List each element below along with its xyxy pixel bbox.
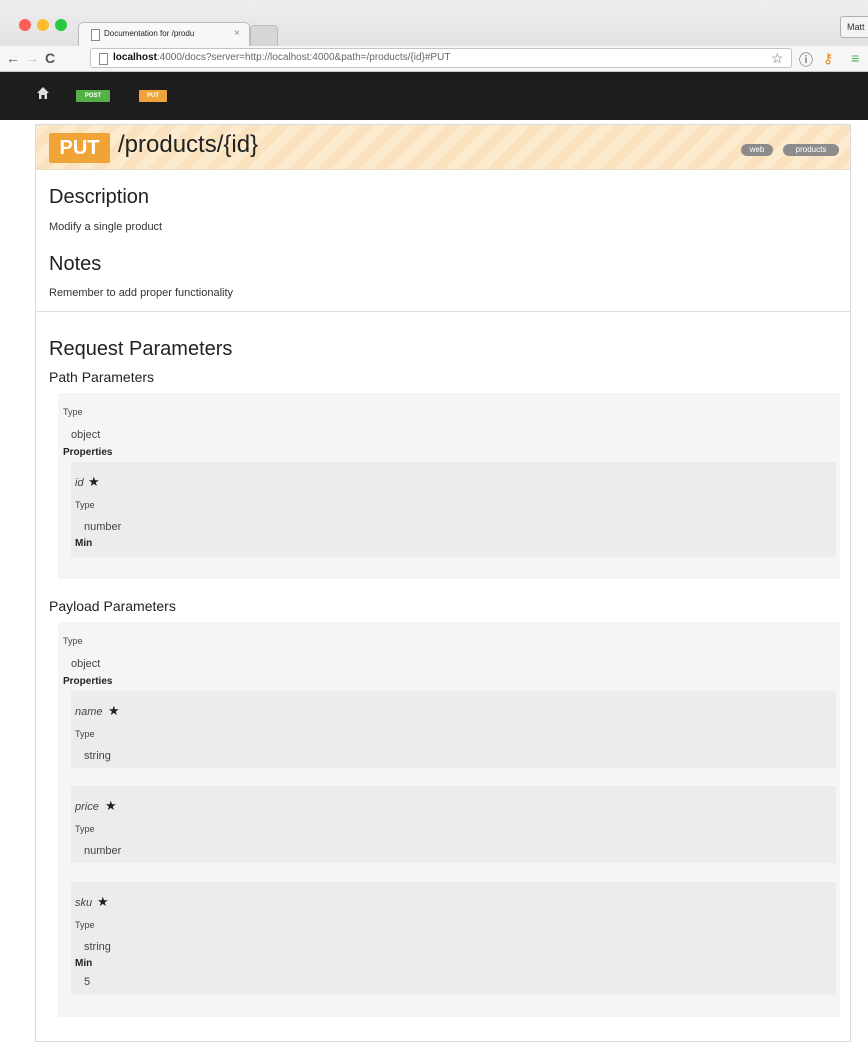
close-window-button[interactable]: [19, 19, 31, 31]
back-icon[interactable]: ←: [6, 50, 20, 66]
path-parameters-heading: Path Parameters: [49, 369, 155, 385]
property-name: sku: [75, 897, 93, 909]
url-text[interactable]: localhost:4000/docs?server=http://localh…: [113, 52, 450, 63]
required-star-icon: ★: [97, 894, 109, 909]
page-icon: [99, 53, 108, 65]
menu-icon[interactable]: ≡: [851, 50, 859, 66]
min-label: Min: [75, 538, 93, 549]
method-badge: PUT: [49, 133, 110, 163]
tab-title: Documentation for /produ: [104, 29, 195, 38]
browser-tab-strip: Documentation for /produ × Matt: [0, 0, 868, 46]
property-name: price: [75, 801, 99, 813]
payload-parameters-schema: Type object Properties name ★ Type strin…: [58, 622, 840, 1017]
endpoint-path: /products/{id}: [118, 131, 259, 158]
path-parameters-schema: Type object Properties id ★ Type number …: [58, 393, 840, 579]
type-label: Type: [63, 636, 83, 646]
type-value: object: [71, 658, 101, 670]
required-star-icon: ★: [108, 703, 120, 718]
notes-heading: Notes: [49, 253, 102, 275]
app-navbar: POST PUT: [0, 72, 868, 120]
property-price: price ★ Type number: [71, 786, 836, 863]
star-icon[interactable]: ☆: [771, 50, 784, 67]
info-icon[interactable]: ⓘ: [799, 50, 813, 70]
minimize-window-button[interactable]: [37, 19, 49, 31]
endpoint-panel: PUT /products/{id} web products Descript…: [35, 124, 851, 1042]
type-value: string: [84, 941, 111, 953]
type-value: number: [84, 521, 122, 533]
home-icon[interactable]: [36, 86, 50, 100]
type-label: Type: [75, 729, 95, 739]
type-label: Type: [75, 920, 95, 930]
nav-put-button[interactable]: PUT: [139, 90, 167, 102]
browser-toolbar: ← → C localhost:4000/docs?server=http://…: [0, 46, 868, 72]
type-label: Type: [75, 500, 95, 510]
min-label: Min: [75, 958, 93, 969]
reload-icon[interactable]: C: [45, 50, 55, 66]
required-star-icon: ★: [88, 474, 100, 489]
property-name-field: name ★ Type string: [71, 691, 836, 768]
type-label: Type: [75, 824, 95, 834]
required-star-icon: ★: [105, 798, 117, 813]
type-value: number: [84, 845, 122, 857]
endpoint-header: PUT /products/{id} web products: [36, 125, 850, 170]
tag-web[interactable]: web: [741, 144, 773, 156]
browser-tab-active[interactable]: Documentation for /produ ×: [78, 22, 250, 46]
type-value: string: [84, 750, 111, 762]
type-label: Type: [63, 407, 83, 417]
properties-label: Properties: [63, 447, 113, 458]
tag-products[interactable]: products: [783, 144, 839, 156]
divider: [36, 311, 850, 312]
profile-button[interactable]: Matt: [840, 16, 868, 38]
min-value: 5: [84, 976, 91, 988]
description-text: Modify a single product: [49, 221, 163, 233]
property-sku: sku ★ Type string Min 5: [71, 882, 836, 995]
payload-parameters-heading: Payload Parameters: [49, 598, 176, 614]
type-value: object: [71, 429, 101, 441]
notes-text: Remember to add proper functionality: [49, 287, 234, 299]
new-tab-button[interactable]: [250, 25, 278, 46]
request-parameters-heading: Request Parameters: [49, 338, 233, 360]
key-icon[interactable]: ⚷: [823, 50, 833, 67]
properties-label: Properties: [63, 676, 113, 687]
tab-close-icon[interactable]: ×: [234, 28, 240, 39]
address-bar[interactable]: localhost:4000/docs?server=http://localh…: [90, 48, 792, 68]
maximize-window-button[interactable]: [55, 19, 67, 31]
description-heading: Description: [49, 186, 150, 208]
property-name: name: [75, 706, 103, 718]
page-icon: [91, 29, 100, 41]
url-path: :4000/docs?server=http://localhost:4000&…: [156, 52, 451, 63]
property-id: id ★ Type number Min: [71, 462, 836, 557]
nav-post-button[interactable]: POST: [76, 90, 110, 102]
url-host: localhost: [113, 52, 157, 63]
property-name: id: [75, 477, 84, 489]
forward-icon[interactable]: →: [25, 50, 39, 66]
